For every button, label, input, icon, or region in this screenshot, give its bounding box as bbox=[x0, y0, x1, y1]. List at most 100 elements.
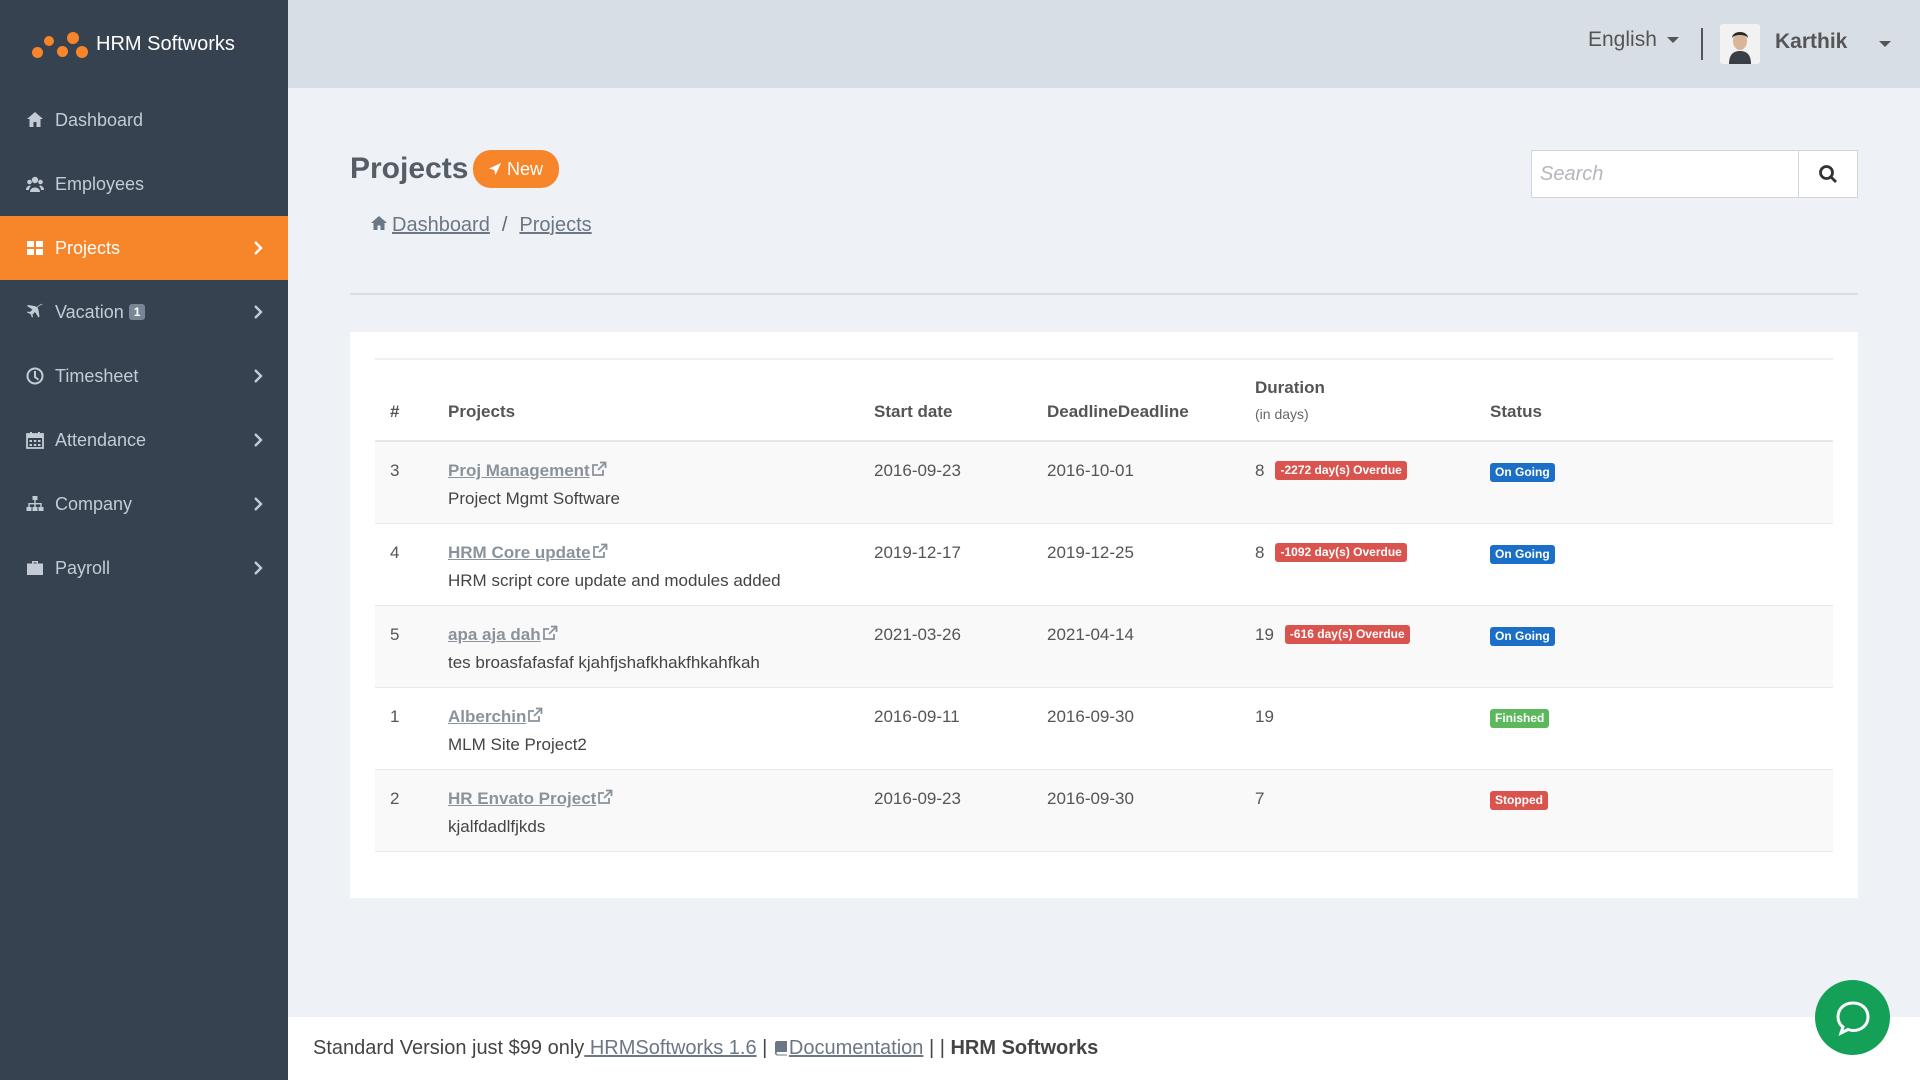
footer-text: Standard Version just $99 only bbox=[313, 1037, 585, 1059]
duration-cell: 19 bbox=[1255, 707, 1274, 727]
chevron-right-icon bbox=[248, 302, 268, 322]
footer-brand: HRM Softworks bbox=[950, 1037, 1099, 1059]
project-description: MLM Site Project2 bbox=[448, 735, 587, 754]
home-icon bbox=[25, 111, 45, 129]
sidebar-item-label: Employees bbox=[55, 173, 145, 194]
project-link[interactable]: HRM Core update bbox=[448, 543, 591, 562]
start-date: 2016-09-23 bbox=[874, 461, 961, 480]
sidebar-item-projects[interactable]: Projects bbox=[0, 216, 288, 280]
chevron-right-icon bbox=[248, 494, 268, 514]
duration-unit: (in days) bbox=[1255, 406, 1309, 422]
row-number: 5 bbox=[390, 625, 400, 644]
status-badge: Stopped bbox=[1490, 791, 1548, 810]
project-link[interactable]: apa aja dah bbox=[448, 625, 541, 644]
footer-documentation-link[interactable]: Documentation bbox=[789, 1037, 924, 1060]
search-icon bbox=[1819, 165, 1837, 183]
external-link-icon[interactable] bbox=[590, 461, 607, 480]
duration-days: 8 bbox=[1255, 543, 1265, 562]
status-cell: On Going bbox=[1490, 461, 1555, 482]
table-header: # Projects Start date DeadlineDeadline D… bbox=[375, 360, 1833, 442]
status-cell: Finished bbox=[1490, 707, 1550, 728]
table-row: 1 Alberchin MLM Site Project2 2016-09-11 201… bbox=[375, 688, 1833, 770]
col-header-status: Status bbox=[1490, 402, 1542, 421]
external-link-icon[interactable] bbox=[596, 789, 613, 808]
breadcrumb-dashboard-link[interactable]: Dashboard bbox=[370, 214, 490, 237]
table-body: 3 Proj Management Project Mgmt Software 201… bbox=[375, 442, 1833, 852]
project-cell: Proj Management Project Mgmt Software bbox=[448, 461, 620, 509]
table-row: 3 Proj Management Project Mgmt Software 201… bbox=[375, 442, 1833, 524]
header-divider bbox=[1701, 28, 1703, 60]
project-cell: Alberchin MLM Site Project2 bbox=[448, 707, 587, 755]
language-dropdown[interactable]: English bbox=[1588, 28, 1679, 52]
external-link-icon[interactable] bbox=[541, 625, 558, 644]
deadline-date: 2016-10-01 bbox=[1047, 461, 1134, 480]
project-link[interactable]: HR Envato Project bbox=[448, 789, 596, 808]
calendar-icon bbox=[25, 431, 45, 449]
user-caret-down-icon[interactable] bbox=[1879, 41, 1891, 47]
chevron-right-icon bbox=[248, 366, 268, 386]
new-project-button[interactable]: New bbox=[473, 150, 560, 188]
avatar[interactable] bbox=[1720, 24, 1760, 64]
sidebar-item-label: Attendance bbox=[55, 429, 147, 450]
footer-version-link[interactable]: HRMSoftworks 1.6 bbox=[584, 1037, 757, 1060]
deadline-date: 2019-12-25 bbox=[1047, 543, 1134, 562]
send-icon bbox=[488, 162, 502, 176]
start-date: 2016-09-23 bbox=[874, 789, 961, 808]
col-header-projects: Projects bbox=[448, 402, 516, 421]
start-date: 2016-09-11 bbox=[874, 707, 960, 726]
sidebar-item-dashboard[interactable]: Dashboard bbox=[0, 88, 288, 152]
project-cell: HRM Core update HRM script core update an… bbox=[448, 543, 781, 591]
duration-label: Duration bbox=[1255, 378, 1325, 397]
chat-bubble-icon bbox=[1835, 1000, 1870, 1036]
projects-card: # Projects Start date DeadlineDeadline D… bbox=[350, 332, 1858, 898]
col-header-duration: Duration (in days) bbox=[1255, 378, 1325, 422]
sidebar-item-company[interactable]: Company bbox=[0, 472, 288, 536]
status-badge: On Going bbox=[1490, 463, 1555, 482]
projects-table: # Projects Start date DeadlineDeadline D… bbox=[375, 358, 1833, 852]
sidebar: HRM Softworks Dashboard Employees Projects… bbox=[0, 0, 288, 1080]
table-row: 5 apa aja dah tes broasfafasfaf kjahfjshaf… bbox=[375, 606, 1833, 688]
project-link[interactable]: Proj Management bbox=[448, 461, 590, 480]
breadcrumb-separator: / bbox=[501, 214, 508, 236]
project-description: tes broasfafasfaf kjahfjshafkhakfhkahfka… bbox=[448, 653, 760, 672]
brand[interactable]: HRM Softworks bbox=[0, 0, 288, 88]
overdue-badge: -616 day(s) Overdue bbox=[1284, 625, 1410, 644]
sidebar-item-label: Company bbox=[55, 493, 133, 514]
table-row: 2 HR Envato Project kjalfdadlfjkds 2016-09-… bbox=[375, 770, 1833, 852]
topbar: English Karthik bbox=[288, 0, 1920, 88]
sidebar-item-timesheet[interactable]: Timesheet bbox=[0, 344, 288, 408]
project-description: HRM script core update and modules added bbox=[448, 571, 781, 590]
breadcrumb-projects-link[interactable]: Projects bbox=[519, 214, 591, 237]
project-link[interactable]: Alberchin bbox=[448, 707, 526, 726]
search-input[interactable] bbox=[1531, 150, 1799, 198]
deadline-date: 2016-09-30 bbox=[1047, 707, 1134, 726]
footer: Standard Version just $99 only HRMSoftwo… bbox=[288, 1017, 1920, 1080]
duration-cell: 7 bbox=[1255, 789, 1264, 809]
project-description: kjalfdadlfjkds bbox=[448, 817, 546, 836]
row-number: 1 bbox=[390, 707, 400, 726]
overdue-badge: -1092 day(s) Overdue bbox=[1275, 543, 1407, 562]
clock-icon bbox=[25, 367, 45, 385]
sidebar-item-label: Dashboard bbox=[55, 109, 144, 130]
sidebar-item-payroll[interactable]: Payroll bbox=[0, 536, 288, 600]
chat-button[interactable] bbox=[1815, 980, 1890, 1055]
footer-separator-2: | | bbox=[923, 1037, 951, 1059]
footer-separator: | bbox=[756, 1037, 773, 1059]
sidebar-item-label: Projects bbox=[55, 237, 121, 258]
chevron-right-icon bbox=[248, 558, 268, 578]
project-cell: apa aja dah tes broasfafasfaf kjahfjshafk… bbox=[448, 625, 760, 673]
external-link-icon[interactable] bbox=[591, 543, 608, 562]
sidebar-item-attendance[interactable]: Attendance bbox=[0, 408, 288, 472]
external-link-icon[interactable] bbox=[526, 707, 543, 726]
search-button[interactable] bbox=[1799, 150, 1858, 198]
sidebar-item-vacation[interactable]: Vacation 1 bbox=[0, 280, 288, 344]
sidebar-item-label: Timesheet bbox=[55, 365, 139, 386]
caret-down-icon bbox=[1666, 37, 1679, 43]
sidebar-item-employees[interactable]: Employees bbox=[0, 152, 288, 216]
deadline-date: 2021-04-14 bbox=[1047, 625, 1134, 644]
new-button-label: New bbox=[507, 158, 544, 179]
user-name[interactable]: Karthik bbox=[1775, 30, 1847, 54]
col-header-num: # bbox=[390, 402, 400, 421]
breadcrumb: Dashboard / Projects bbox=[370, 214, 592, 237]
start-date: 2021-03-26 bbox=[874, 625, 961, 644]
